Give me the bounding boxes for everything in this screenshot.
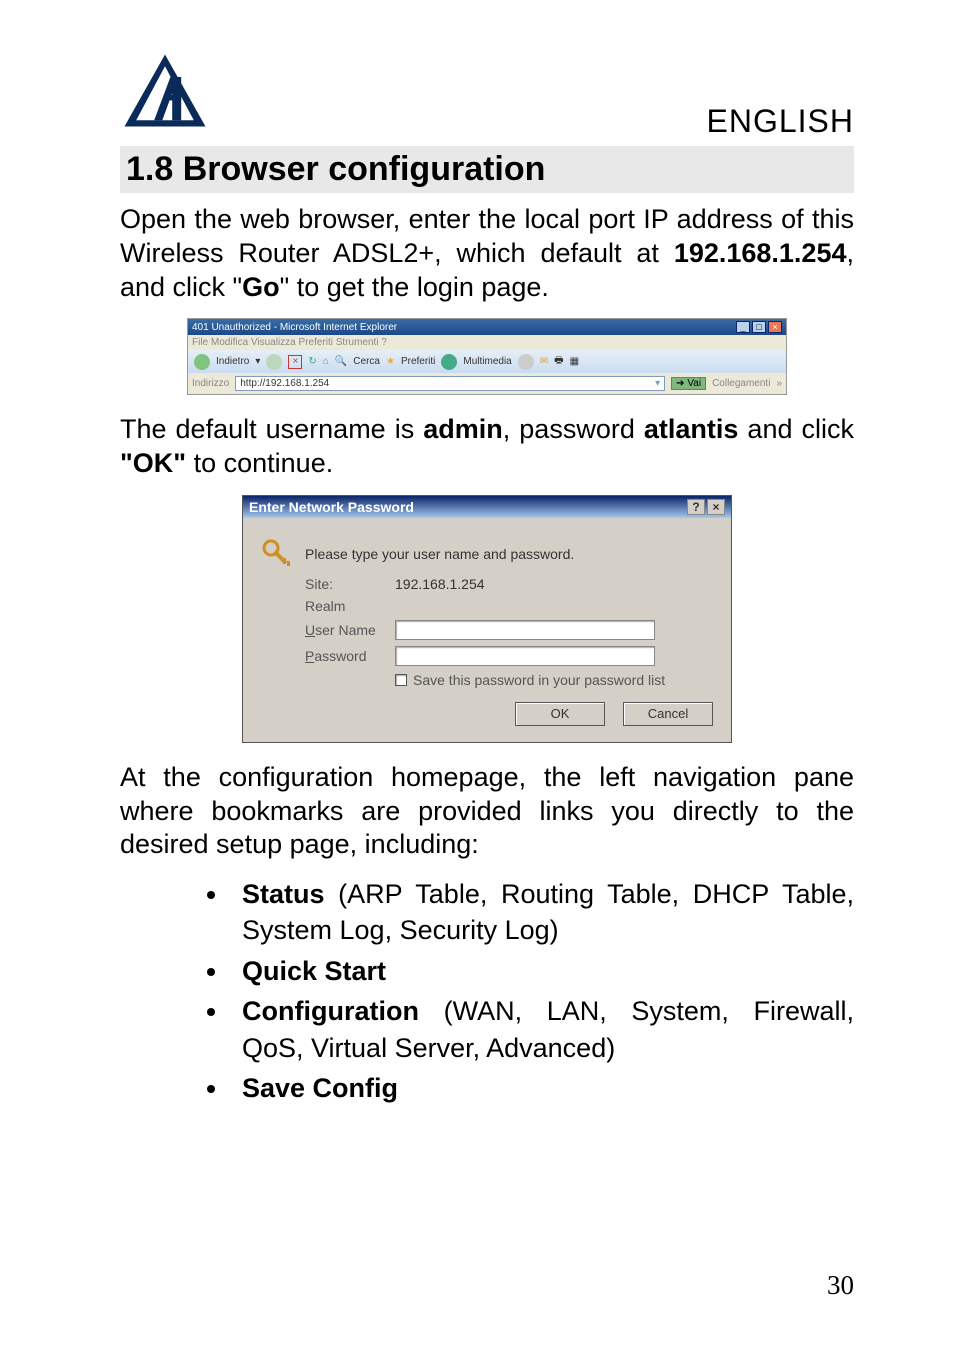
intro-text: Open the web browser, enter the local po…	[120, 203, 854, 304]
close-icon[interactable]: ×	[707, 499, 725, 515]
forward-icon[interactable]	[266, 354, 282, 370]
print-icon[interactable]: 🖶	[554, 353, 563, 370]
password-label: Password	[305, 648, 395, 664]
mail-icon[interactable]: ✉	[540, 356, 548, 367]
list-item: Save Config	[230, 1070, 854, 1106]
page-header: ENGLISH	[120, 50, 854, 140]
realm-label: Realm	[305, 598, 395, 614]
browser-screenshot: 401 Unauthorized - Microsoft Internet Ex…	[187, 318, 787, 395]
ok-button[interactable]: OK	[515, 702, 605, 726]
favorites-icon[interactable]: ★	[386, 356, 395, 367]
browser-titlebar: 401 Unauthorized - Microsoft Internet Ex…	[188, 319, 786, 335]
dialog-prompt: Please type your user name and password.	[305, 546, 574, 562]
checkbox-icon[interactable]	[395, 674, 407, 686]
logo	[120, 50, 210, 140]
links-label: Collegamenti	[712, 378, 770, 389]
address-label: Indirizzo	[192, 378, 229, 389]
home-icon[interactable]: ⌂	[323, 356, 329, 367]
address-bar-row: Indirizzo http://192.168.1.254▾ ➔ Vai Co…	[188, 373, 786, 394]
media-icon[interactable]	[441, 354, 457, 370]
search-icon[interactable]: 🔍	[335, 356, 347, 367]
maximize-icon[interactable]: □	[752, 321, 766, 333]
stop-icon[interactable]: ×	[288, 355, 302, 369]
password-dialog: Enter Network Password ? × Please type y…	[242, 495, 732, 743]
refresh-icon[interactable]: ↻	[308, 356, 316, 367]
site-value: 192.168.1.254	[395, 576, 485, 592]
username-label: User Name	[305, 622, 395, 638]
page-number: 30	[827, 1270, 854, 1301]
language-label: ENGLISH	[707, 103, 854, 140]
back-icon[interactable]	[194, 354, 210, 370]
save-password-checkbox[interactable]: Save this password in your password list	[395, 672, 713, 688]
minimize-icon[interactable]: _	[736, 321, 750, 333]
password-input[interactable]	[395, 646, 655, 666]
section-heading: 1.8 Browser configuration	[120, 146, 854, 193]
list-item: Quick Start	[230, 953, 854, 989]
cancel-button[interactable]: Cancel	[623, 702, 713, 726]
username-input[interactable]	[395, 620, 655, 640]
browser-toolbar: Indietro ▾ × ↻ ⌂ 🔍Cerca ★Preferiti Multi…	[188, 350, 786, 373]
browser-menubar: File Modifica Visualizza Preferiti Strum…	[188, 335, 786, 350]
list-item: Status (ARP Table, Routing Table, DHCP T…	[230, 876, 854, 949]
go-button[interactable]: ➔ Vai	[671, 377, 706, 390]
dialog-titlebar: Enter Network Password ? ×	[243, 496, 731, 518]
auth-text: The default username is admin, password …	[120, 413, 854, 481]
history-icon[interactable]	[518, 354, 534, 370]
nav-list: Status (ARP Table, Routing Table, DHCP T…	[230, 876, 854, 1107]
nav-text: At the configuration homepage, the left …	[120, 761, 854, 862]
help-icon[interactable]: ?	[687, 499, 705, 515]
list-item: Configuration (WAN, LAN, System, Firewal…	[230, 993, 854, 1066]
window-buttons: _ □ ×	[736, 321, 782, 333]
key-icon	[261, 538, 293, 570]
address-input[interactable]: http://192.168.1.254▾	[235, 376, 665, 391]
site-label: Site:	[305, 576, 395, 592]
close-icon[interactable]: ×	[768, 321, 782, 333]
edit-icon[interactable]: ▦	[570, 356, 579, 367]
